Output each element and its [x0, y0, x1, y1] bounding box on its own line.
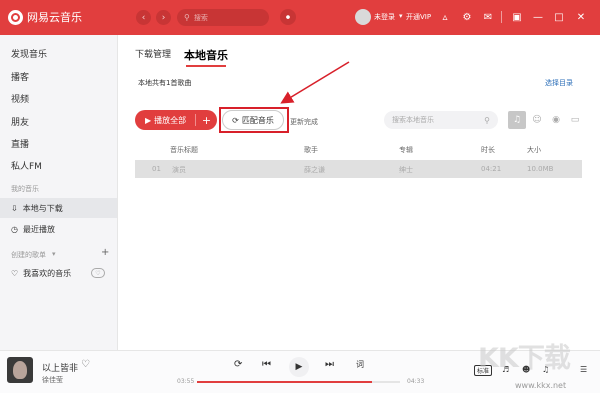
lyric-button[interactable]: 词 [356, 359, 364, 370]
tab-download-management[interactable]: 下载管理 [135, 47, 171, 60]
settings-icon[interactable]: ⚙ [460, 10, 474, 24]
row-size: 10.0MB [527, 165, 554, 173]
now-playing-title: 以上皆非 [42, 364, 79, 374]
skin-icon[interactable]: ▵ [438, 10, 452, 24]
play-button[interactable]: ▶ [289, 357, 309, 377]
netease-logo-icon [8, 9, 23, 25]
like-heart-icon[interactable]: ♡ [81, 359, 90, 370]
play-all-label-group[interactable]: ▶ 播放全部 [135, 115, 195, 126]
login-link[interactable]: 未登录 [374, 12, 395, 22]
close-icon[interactable]: ✕ [574, 10, 588, 24]
album-view-icon[interactable]: ◉ [547, 111, 565, 129]
mini-mode-icon[interactable]: ▣ [510, 10, 524, 24]
back-button[interactable]: ‹ [136, 10, 151, 25]
clock-icon: ◷ [11, 224, 18, 234]
play-icon: ▶ [145, 115, 152, 125]
column-duration[interactable]: 时长 [481, 145, 495, 155]
app-title: 网易云音乐 [27, 11, 82, 24]
chevron-down-icon[interactable]: ▾ [52, 250, 56, 258]
active-tab-indicator [186, 65, 226, 67]
previous-icon[interactable]: ⏮ [262, 359, 271, 370]
sidebar-item-local[interactable]: ⇩ 本地与下载 [0, 198, 117, 218]
search-input[interactable] [193, 13, 264, 22]
mail-icon[interactable]: ✉ [481, 10, 495, 24]
play-all-label: 播放全部 [154, 115, 187, 125]
row-duration: 04:21 [481, 165, 502, 173]
search-icon: ⚲ [484, 115, 490, 125]
table-header: 音乐标题 歌手 专辑 时长 大小 [135, 141, 582, 159]
minimize-icon[interactable]: — [531, 10, 545, 24]
folder-view-icon[interactable]: ▭ [566, 111, 584, 129]
vip-link[interactable]: 开通VIP [406, 12, 431, 22]
current-time: 03:55 [177, 378, 195, 385]
progress-bar[interactable] [197, 381, 400, 383]
local-search-input[interactable] [392, 116, 472, 124]
column-album[interactable]: 专辑 [399, 145, 413, 155]
forward-button[interactable]: › [156, 10, 171, 25]
created-playlists-header[interactable]: 创建的歌单 [11, 250, 46, 260]
heart-icon: ♡ [11, 268, 19, 278]
row-number: 01 [152, 165, 161, 173]
sidebar-item-friends[interactable]: 朋友 [11, 115, 29, 128]
column-artist[interactable]: 歌手 [304, 145, 318, 155]
album-cover[interactable] [7, 357, 33, 383]
row-artist[interactable]: 薛之谦 [304, 165, 325, 175]
next-icon[interactable]: ⏭ [325, 359, 334, 370]
heart-mode-icon[interactable]: ♡ [91, 268, 105, 278]
table-row[interactable]: 01 演员 薛之谦 绅士 04:21 10.0MB [135, 160, 582, 178]
row-album[interactable]: 绅士 [399, 165, 413, 175]
search-box[interactable]: ⚲ [177, 9, 269, 26]
sidebar-item-label: 本地与下载 [22, 203, 63, 213]
sidebar-item-fm[interactable]: 私人FM [11, 159, 42, 172]
artist-view-icon[interactable]: ☺ [528, 111, 546, 129]
add-to-queue-button[interactable]: + [195, 114, 217, 127]
sidebar-item-live[interactable]: 直播 [11, 137, 29, 150]
download-icon: ⇩ [11, 203, 18, 213]
app-logo[interactable]: 网易云音乐 [8, 9, 82, 25]
title-bar: 网易云音乐 ‹ › ⚲ ⚫ 未登录 ▾ 开通VIP ▵ ⚙ ✉ ▣ — □ ✕ [0, 0, 600, 35]
now-playing-artist[interactable]: 徐佳莹 [42, 375, 63, 385]
list-view-icon[interactable]: ♫ [508, 111, 526, 129]
song-count: 本地共有1首歌曲 [138, 79, 192, 87]
column-title[interactable]: 音乐标题 [170, 145, 198, 155]
watermark-logo: KK下载 [478, 343, 571, 374]
watermark-url: www.kkx.net [515, 381, 567, 390]
row-title: 演员 [172, 166, 186, 174]
play-all-button[interactable]: ▶ 播放全部 + [135, 110, 217, 130]
sidebar-item-discover[interactable]: 发现音乐 [11, 47, 47, 60]
sidebar-item-podcast[interactable]: 播客 [11, 70, 29, 83]
avatar[interactable] [355, 9, 371, 25]
dropdown-arrow-icon[interactable]: ▾ [399, 12, 403, 20]
annotation-box [219, 107, 289, 133]
sidebar-item-label: 我喜欢的音乐 [23, 268, 72, 278]
column-size[interactable]: 大小 [527, 145, 541, 155]
my-music-header: 我的音乐 [11, 185, 39, 193]
divider [501, 11, 502, 23]
choose-directory-link[interactable]: 选择目录 [545, 78, 573, 88]
search-icon: ⚲ [184, 13, 190, 22]
play-icon: ▶ [295, 362, 303, 372]
playlist-icon[interactable]: ☰ [580, 365, 587, 374]
loop-icon[interactable]: ⟳ [234, 359, 242, 370]
tab-local-music[interactable]: 本地音乐 [184, 47, 228, 63]
sidebar-item-video[interactable]: 视频 [11, 92, 29, 105]
progress-fill [197, 381, 372, 383]
sidebar-item-recent[interactable]: ◷ 最近播放 [0, 219, 117, 239]
update-status: 更新完成 [290, 118, 318, 126]
sidebar-item-label: 最近播放 [22, 224, 55, 234]
add-playlist-icon[interactable]: + [101, 247, 109, 258]
local-search-box[interactable]: ⚲ [384, 111, 498, 129]
microphone-icon[interactable]: ⚫ [280, 9, 296, 25]
total-time: 04:33 [407, 378, 425, 385]
maximize-icon[interactable]: □ [552, 10, 566, 24]
